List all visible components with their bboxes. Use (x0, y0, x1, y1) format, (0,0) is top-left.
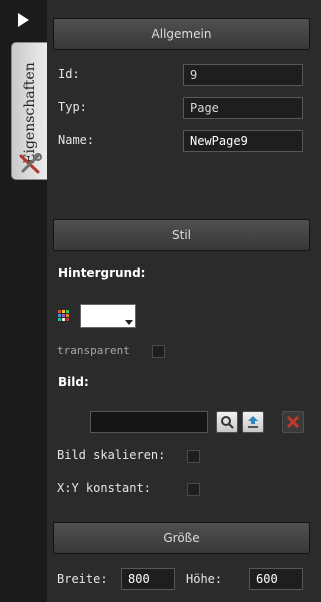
image-path-field[interactable] (90, 411, 208, 433)
id-label: Id: (58, 67, 80, 81)
id-field: 9 (183, 64, 303, 86)
remove-image-button[interactable] (282, 411, 304, 433)
search-icon (221, 416, 234, 429)
tools-icon (19, 153, 42, 174)
height-label: Höhe: (186, 572, 223, 586)
section-header-size[interactable]: Größe (53, 522, 310, 554)
tab-properties[interactable]: Eigenschaften (11, 42, 47, 180)
expand-panel-button[interactable] (6, 6, 40, 34)
height-field[interactable]: 600 (249, 568, 303, 590)
transparent-checkbox[interactable] (152, 345, 165, 358)
chevron-down-icon (125, 320, 133, 325)
color-palette-icon[interactable] (58, 310, 70, 322)
width-field[interactable]: 800 (121, 568, 175, 590)
name-label: Name: (58, 133, 95, 147)
upload-icon (248, 416, 258, 428)
image-label: Bild: (58, 375, 89, 389)
upload-image-button[interactable] (242, 411, 264, 433)
background-color-picker[interactable] (80, 304, 136, 328)
scale-image-checkbox[interactable] (187, 450, 200, 463)
type-field: Page (183, 97, 303, 119)
keep-ratio-label: X:Y konstant: (57, 481, 151, 495)
transparent-label: transparent (57, 344, 130, 357)
search-image-button[interactable] (216, 411, 238, 433)
close-icon (286, 415, 300, 429)
properties-panel (47, 0, 321, 602)
name-field[interactable]: NewPage9 (183, 130, 303, 152)
scale-image-label: Bild skalieren: (57, 448, 166, 462)
type-label: Typ: (58, 100, 87, 114)
play-icon (17, 13, 29, 27)
section-header-style[interactable]: Stil (53, 219, 310, 251)
width-label: Breite: (57, 572, 108, 586)
background-label: Hintergrund: (58, 266, 146, 280)
keep-ratio-checkbox[interactable] (187, 483, 200, 496)
section-header-general[interactable]: Allgemein (53, 18, 310, 50)
tab-properties-label: Eigenschaften (22, 62, 38, 164)
